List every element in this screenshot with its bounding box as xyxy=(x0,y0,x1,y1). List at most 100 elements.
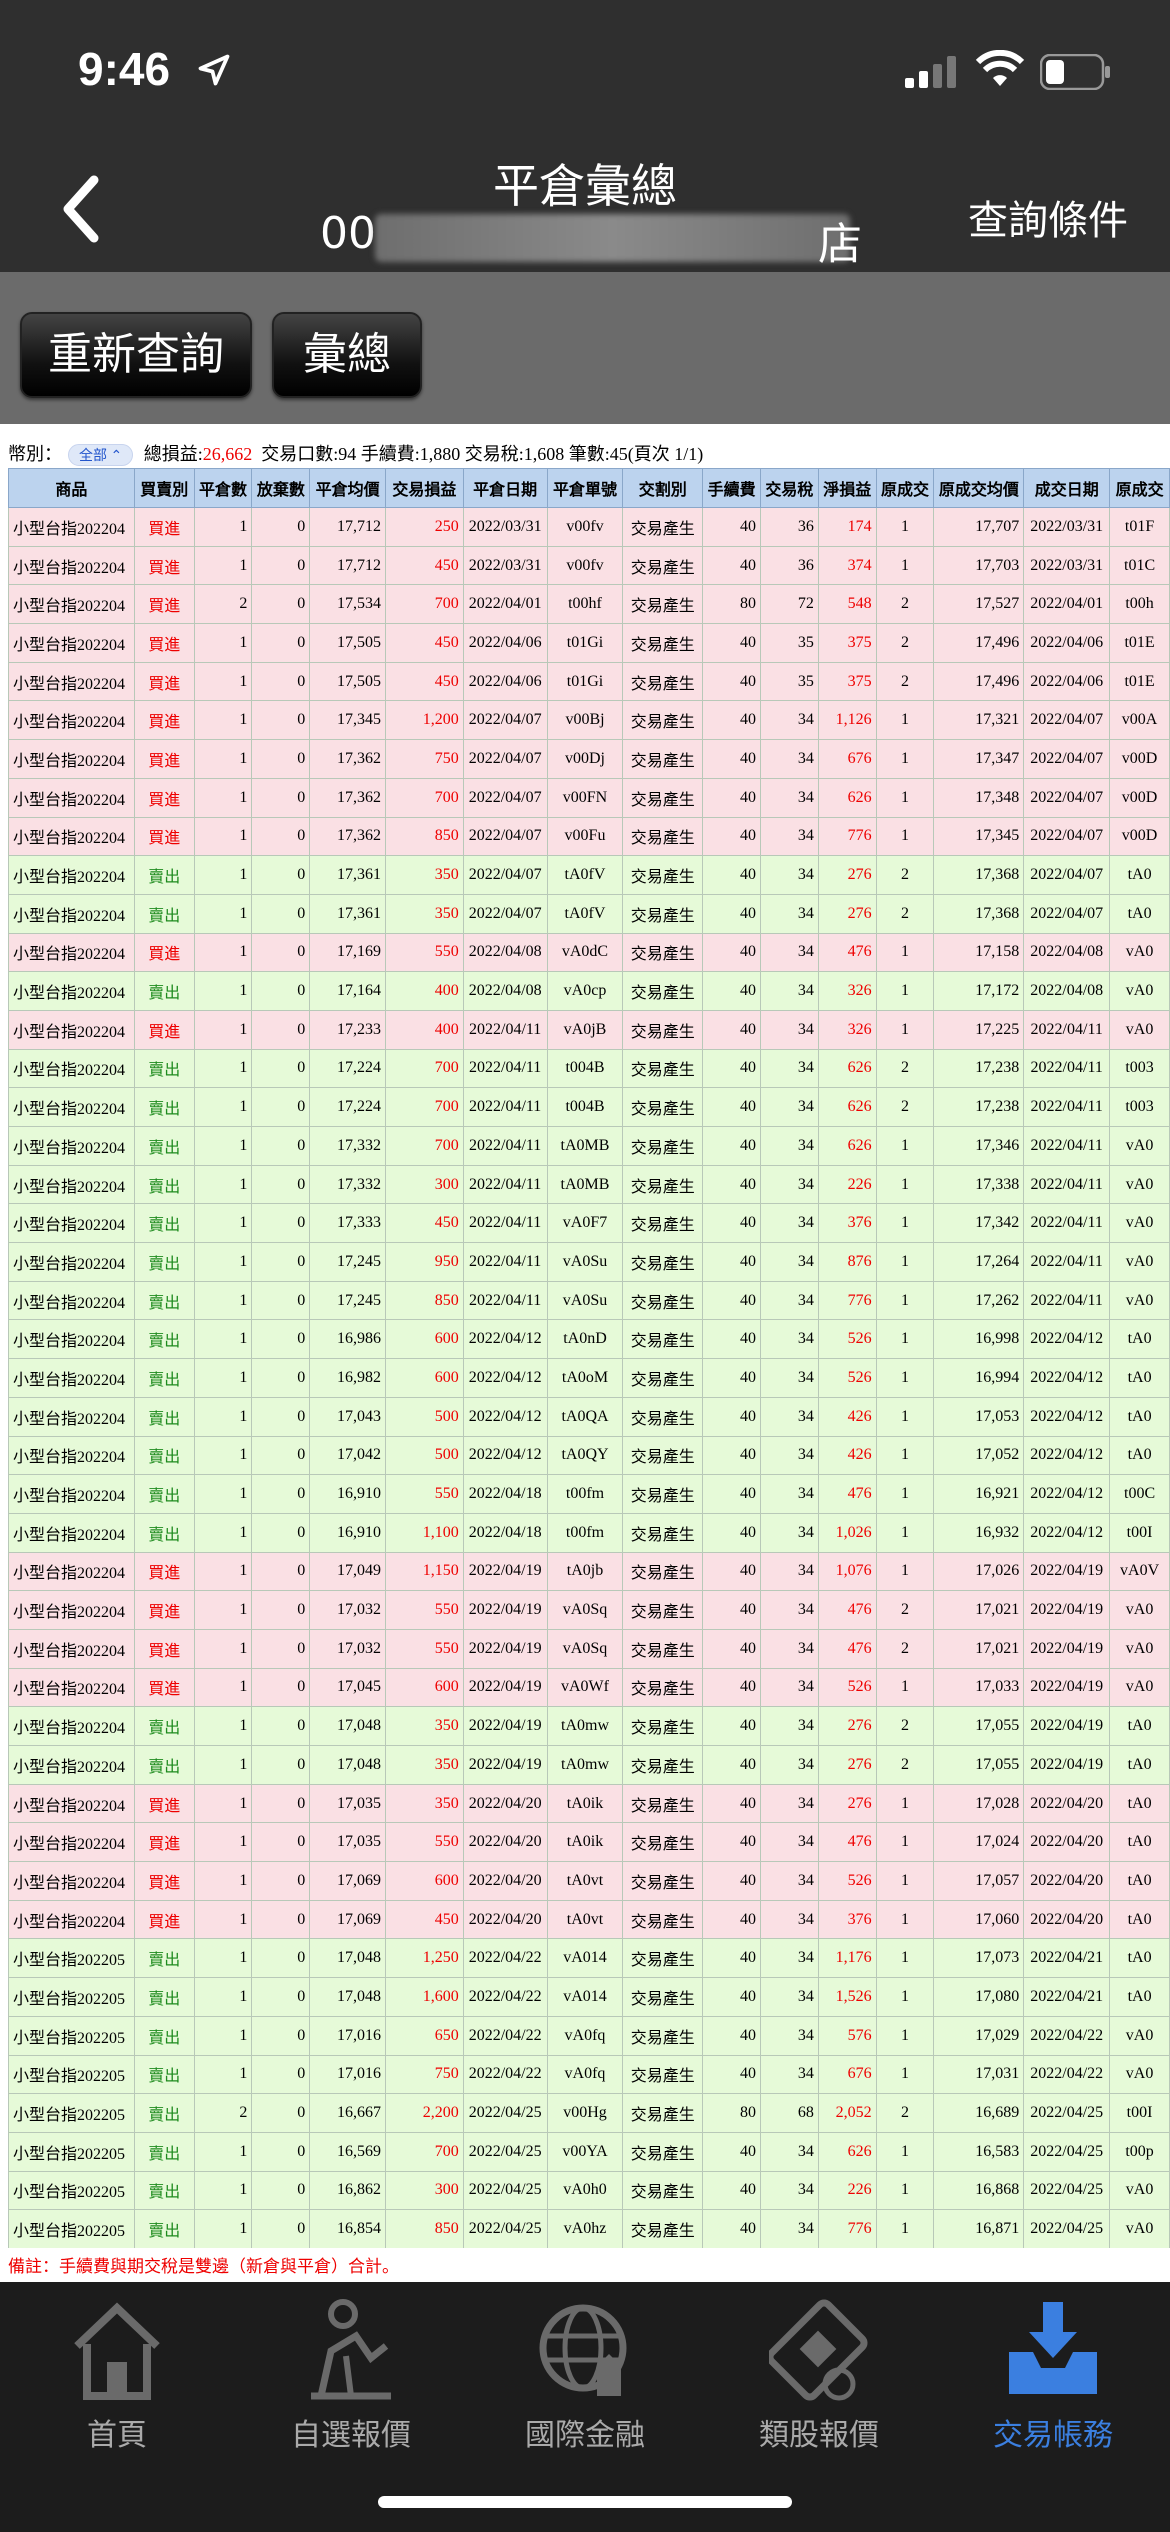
table-cell: tA0vt xyxy=(546,1899,624,1940)
table-cell: 16,689 xyxy=(933,2093,1025,2133)
table-row[interactable]: 小型台指202205 賣出 2 0 16,667 2,200 2022/04/25 v00Hg… xyxy=(8,2093,1170,2133)
table-cell: 17,073 xyxy=(933,1938,1025,1979)
table-row[interactable]: 小型台指202204 賣出 1 0 17,042 500 2022/04/12 tA0QY 交易… xyxy=(8,1435,1170,1476)
table-cell: 0 xyxy=(251,1628,311,1669)
table-row[interactable]: 小型台指202204 買進 1 0 17,045 600 2022/04/19 vA0Wf 交易… xyxy=(8,1667,1170,1708)
table-row[interactable]: 小型台指202204 賣出 1 0 16,986 600 2022/04/12 tA0nD 交易… xyxy=(8,1319,1170,1360)
table-row[interactable]: 小型台指202204 賣出 1 0 16,982 600 2022/04/12 tA0oM 交易… xyxy=(8,1358,1170,1398)
table-cell: 小型台指202204 xyxy=(8,700,135,741)
table-row[interactable]: 小型台指202204 賣出 1 0 17,164 400 2022/04/08 vA0cp 交易… xyxy=(8,971,1170,1011)
table-row[interactable]: 小型台指202204 買進 1 0 17,069 600 2022/04/20 tA0vt 交易… xyxy=(8,1861,1170,1901)
table-cell: 17,245 xyxy=(309,1280,386,1321)
table-row[interactable]: 小型台指202204 買進 1 0 17,069 450 2022/04/20 tA0vt 交易… xyxy=(8,1899,1170,1940)
category-select[interactable]: 全部 ⌃ xyxy=(68,444,134,466)
globe-icon xyxy=(539,2304,627,2396)
table-row[interactable]: 小型台指202204 買進 1 0 17,035 350 2022/04/20 tA0ik 交易… xyxy=(8,1783,1170,1824)
table-cell: 2 xyxy=(875,584,935,625)
table-row[interactable]: 小型台指202204 買進 2 0 17,534 700 2022/04/01 t00hf 交易… xyxy=(8,584,1170,625)
table-cell: tA0 xyxy=(1109,1706,1170,1746)
tab-watchlist[interactable]: 自選報價 xyxy=(234,2290,468,2453)
table-row[interactable]: 小型台指202204 賣出 1 0 17,043 500 2022/04/12 tA0QA 交易… xyxy=(8,1396,1170,1437)
table-row[interactable]: 小型台指202204 買進 1 0 17,169 550 2022/04/08 vA0dC 交易… xyxy=(8,932,1170,973)
table-cell: 1 xyxy=(193,1899,253,1940)
status-bar: 9:46 xyxy=(0,0,1170,140)
table-cell: 賣出 xyxy=(133,1358,195,1398)
table-cell: 交易產生 xyxy=(622,1242,704,1282)
table-row[interactable]: 小型台指202204 買進 1 0 17,035 550 2022/04/20 tA0ik 交易… xyxy=(8,1822,1170,1863)
table-row[interactable]: 小型台指202205 賣出 1 0 16,862 300 2022/04/25 vA0h0 交易… xyxy=(8,2170,1170,2211)
table-row[interactable]: 小型台指202204 買進 1 0 17,049 1,150 2022/04/19 tA0jb… xyxy=(8,1551,1170,1592)
table-row[interactable]: 小型台指202205 賣出 1 0 17,016 750 2022/04/22 vA0fq 交易… xyxy=(8,2054,1170,2095)
table-cell: 小型台指202204 xyxy=(8,507,135,547)
table-row[interactable]: 小型台指202204 買進 1 0 17,362 850 2022/04/07 v00Fu 交易… xyxy=(8,816,1170,857)
table-row[interactable]: 小型台指202204 買進 1 0 17,362 750 2022/04/07 v00Dj 交易… xyxy=(8,739,1170,779)
table-row[interactable]: 小型台指202204 賣出 1 0 16,910 550 2022/04/18 t00fm 交易… xyxy=(8,1474,1170,1514)
table-row[interactable]: 小型台指202204 買進 1 0 17,712 250 2022/03/31 v00fv 交易… xyxy=(8,507,1170,547)
table-row[interactable]: 小型台指202205 賣出 1 0 16,569 700 2022/04/25 v00YA 交易… xyxy=(8,2131,1170,2172)
results-table-container[interactable]: 商品 買賣別 平倉數 放棄數 平倉均價 交易損益 平倉日期 平倉單號 交割別 手續費 交易稅 淨損益原… xyxy=(8,468,1170,2248)
table-row[interactable]: 小型台指202205 賣出 1 0 17,016 650 2022/04/22 vA0fq 交易… xyxy=(8,2015,1170,2056)
table-row[interactable]: 小型台指202204 買進 1 0 17,505 450 2022/04/06 t01Gi 交易… xyxy=(8,623,1170,663)
table-cell: 交易產生 xyxy=(622,893,704,934)
table-cell: tA0 xyxy=(1109,1977,1170,2017)
table-row[interactable]: 小型台指202205 賣出 1 0 17,048 1,250 2022/04/22 vA014… xyxy=(8,1938,1170,1979)
table-row[interactable]: 小型台指202204 買進 1 0 17,032 550 2022/04/19 vA0Sq 交易… xyxy=(8,1628,1170,1669)
table-row[interactable]: 小型台指202204 賣出 1 0 16,910 1,100 2022/04/18 t00fm… xyxy=(8,1512,1170,1553)
table-row[interactable]: 小型台指202204 賣出 1 0 17,332 700 2022/04/11 tA0MB 交易… xyxy=(8,1126,1170,1166)
table-row[interactable]: 小型台指202204 買進 1 0 17,233 400 2022/04/11 vA0jB 交易… xyxy=(8,1009,1170,1050)
table-row[interactable]: 小型台指202204 賣出 1 0 17,048 350 2022/04/19 tA0mw 交易… xyxy=(8,1706,1170,1746)
table-row[interactable]: 小型台指202205 賣出 1 0 17,048 1,600 2022/04/22 vA014… xyxy=(8,1977,1170,2017)
table-cell: 17,368 xyxy=(933,893,1025,934)
table-cell: 1,100 xyxy=(384,1512,464,1553)
table-cell: 17,016 xyxy=(309,2054,386,2095)
table-cell: 2022/04/07 xyxy=(1023,855,1111,895)
table-cell: 376 xyxy=(817,1203,877,1244)
table-row[interactable]: 小型台指202204 賣出 1 0 17,332 300 2022/04/11 tA0MB 交易… xyxy=(8,1164,1170,1205)
tab-international[interactable]: 國際金融 xyxy=(468,2290,702,2453)
table-cell: 34 xyxy=(760,2054,819,2095)
table-row[interactable]: 小型台指202204 賣出 1 0 17,048 350 2022/04/19 tA0mw 交易… xyxy=(8,1745,1170,1785)
table-row[interactable]: 小型台指202204 賣出 1 0 17,333 450 2022/04/11 vA0F7 交易… xyxy=(8,1203,1170,1244)
table-row[interactable]: 小型台指202204 賣出 1 0 17,361 350 2022/04/07 tA0fV 交易… xyxy=(8,893,1170,934)
table-row[interactable]: 小型台指202204 買進 1 0 17,712 450 2022/03/31 v00fv 交易… xyxy=(8,545,1170,586)
table-cell: 40 xyxy=(702,893,761,934)
table-row[interactable]: 小型台指202204 買進 1 0 17,032 550 2022/04/19 vA0Sq 交易… xyxy=(8,1590,1170,1630)
table-cell: 80 xyxy=(702,584,761,625)
table-cell: vA0 xyxy=(1109,1126,1170,1166)
table-cell: 小型台指202205 xyxy=(8,1977,135,2017)
table-row[interactable]: 小型台指202204 買進 1 0 17,345 1,200 2022/04/07 v00Bj… xyxy=(8,700,1170,741)
table-row[interactable]: 小型台指202204 賣出 1 0 17,245 850 2022/04/11 vA0Su 交易… xyxy=(8,1280,1170,1321)
requery-button[interactable]: 重新查詢 xyxy=(20,312,252,398)
query-conditions-button[interactable]: 查詢條件 xyxy=(968,188,1128,246)
tab-sector-quotes[interactable]: 類股報價 xyxy=(702,2290,936,2453)
table-row[interactable]: 小型台指202204 賣出 1 0 17,245 950 2022/04/11 vA0Su 交易… xyxy=(8,1242,1170,1282)
table-cell: 2022/04/11 xyxy=(462,1280,548,1321)
table-row[interactable]: 小型台指202204 賣出 1 0 17,224 700 2022/04/11 t004B 交易… xyxy=(8,1087,1170,1127)
table-cell: 68 xyxy=(760,2093,819,2133)
table-cell: 17,043 xyxy=(309,1396,386,1437)
table-cell: 1 xyxy=(875,1822,935,1863)
table-header-row: 商品 買賣別 平倉數 放棄數 平倉均價 交易損益 平倉日期 平倉單號 交割別 手續費 交易稅 淨損益原… xyxy=(8,468,1170,508)
tab-home[interactable]: 首頁 xyxy=(0,2290,234,2453)
table-cell: 小型台指202204 xyxy=(8,1048,135,1089)
table-row[interactable]: 小型台指202204 賣出 1 0 17,224 700 2022/04/11 t004B 交易… xyxy=(8,1048,1170,1089)
table-cell: 17,031 xyxy=(933,2054,1025,2095)
table-cell: 交易產生 xyxy=(622,1164,704,1205)
tab-trading-account[interactable]: 交易帳務 xyxy=(936,2290,1170,2453)
table-cell: 17,264 xyxy=(933,1242,1025,1282)
table-cell: 1 xyxy=(193,1203,253,1244)
table-cell: 交易產生 xyxy=(622,2015,704,2056)
table-cell: 40 xyxy=(702,777,761,818)
table-row[interactable]: 小型台指202204 買進 1 0 17,362 700 2022/04/07 v00FN 交易… xyxy=(8,777,1170,818)
table-cell: 40 xyxy=(702,2170,761,2211)
table-row[interactable]: 小型台指202204 賣出 1 0 17,361 350 2022/04/07 tA0fV 交易… xyxy=(8,855,1170,895)
table-cell: 0 xyxy=(251,2093,311,2133)
column-header: 手續費 xyxy=(702,468,761,508)
summary-button[interactable]: 彙總 xyxy=(272,312,422,398)
table-cell: 小型台指202204 xyxy=(8,893,135,934)
table-row[interactable]: 小型台指202205 賣出 1 0 16,854 850 2022/04/25 vA0hz 交易… xyxy=(8,2209,1170,2248)
table-cell: t00h xyxy=(1109,584,1170,625)
table-cell: 16,569 xyxy=(309,2131,386,2172)
table-cell: 交易產生 xyxy=(622,584,704,625)
table-row[interactable]: 小型台指202204 買進 1 0 17,505 450 2022/04/06 t01Gi 交易… xyxy=(8,661,1170,702)
